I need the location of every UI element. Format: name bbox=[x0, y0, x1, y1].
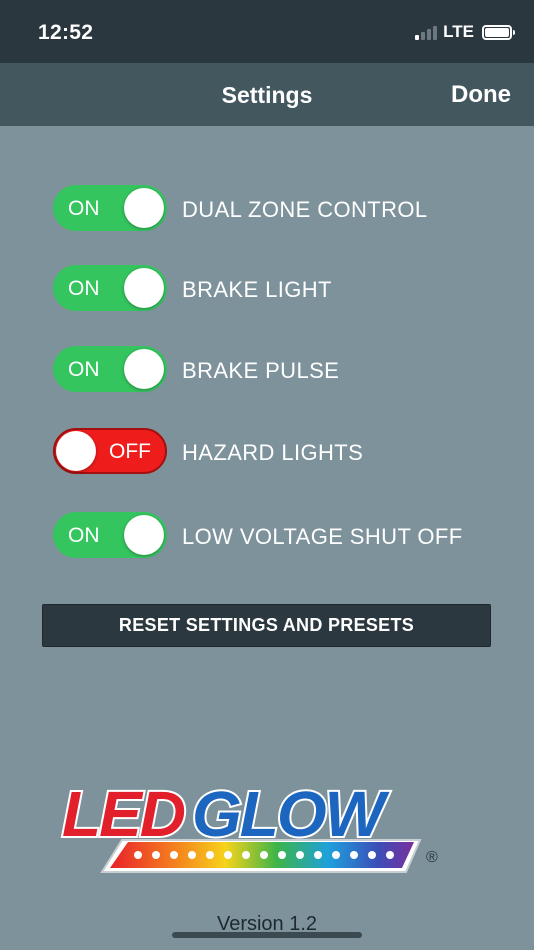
logo-text-led: LED bbox=[62, 780, 185, 850]
setting-label: HAZARD LIGHTS bbox=[182, 440, 364, 465]
toggle-state-label: ON bbox=[68, 358, 100, 381]
toggle-knob bbox=[124, 188, 164, 228]
brake-pulse-toggle[interactable]: ON bbox=[53, 346, 167, 392]
dual-zone-control-toggle[interactable]: ON bbox=[53, 185, 167, 231]
setting-row-low-voltage-shut-off: ON LOW VOLTAGE SHUT OFF bbox=[53, 512, 513, 558]
setting-row-dual-zone-control: ON DUAL ZONE CONTROL bbox=[53, 185, 513, 231]
logo-text-glow: GLOW bbox=[192, 780, 390, 850]
setting-row-brake-pulse: ON BRAKE PULSE bbox=[53, 346, 513, 392]
signal-strength-icon bbox=[415, 24, 438, 40]
toggle-knob bbox=[124, 515, 164, 555]
logo-light-dots bbox=[134, 851, 394, 859]
toggle-state-label: ON bbox=[68, 277, 100, 300]
setting-label: DUAL ZONE CONTROL bbox=[182, 197, 428, 222]
ledglow-logo: LED GLOW ® bbox=[60, 780, 438, 873]
setting-label: LOW VOLTAGE SHUT OFF bbox=[182, 524, 463, 549]
nav-bar: Settings Done bbox=[0, 63, 534, 126]
toggle-knob bbox=[124, 268, 164, 308]
toggle-state-label: ON bbox=[68, 197, 100, 220]
setting-label: BRAKE PULSE bbox=[182, 358, 340, 383]
home-indicator[interactable] bbox=[172, 932, 362, 938]
low-voltage-shut-off-toggle[interactable]: ON bbox=[53, 512, 167, 558]
status-bar: 12:52 LTE bbox=[0, 0, 534, 63]
toggle-knob bbox=[56, 431, 96, 471]
setting-row-brake-light: ON BRAKE LIGHT bbox=[53, 265, 513, 311]
toggle-state-label: ON bbox=[68, 524, 100, 547]
done-button[interactable]: Done bbox=[451, 81, 511, 109]
brake-light-toggle[interactable]: ON bbox=[53, 265, 167, 311]
status-time: 12:52 bbox=[38, 21, 94, 44]
setting-label: BRAKE LIGHT bbox=[182, 277, 332, 302]
toggle-state-label: OFF bbox=[109, 440, 151, 463]
reset-settings-button[interactable]: RESET SETTINGS AND PRESETS bbox=[42, 604, 491, 647]
hazard-lights-toggle[interactable]: OFF bbox=[53, 428, 167, 474]
status-indicators: LTE bbox=[415, 22, 515, 42]
battery-icon bbox=[482, 24, 515, 40]
toggle-knob bbox=[124, 349, 164, 389]
registered-mark: ® bbox=[426, 849, 438, 866]
network-type: LTE bbox=[443, 22, 474, 41]
setting-row-hazard-lights: OFF HAZARD LIGHTS bbox=[53, 428, 513, 474]
